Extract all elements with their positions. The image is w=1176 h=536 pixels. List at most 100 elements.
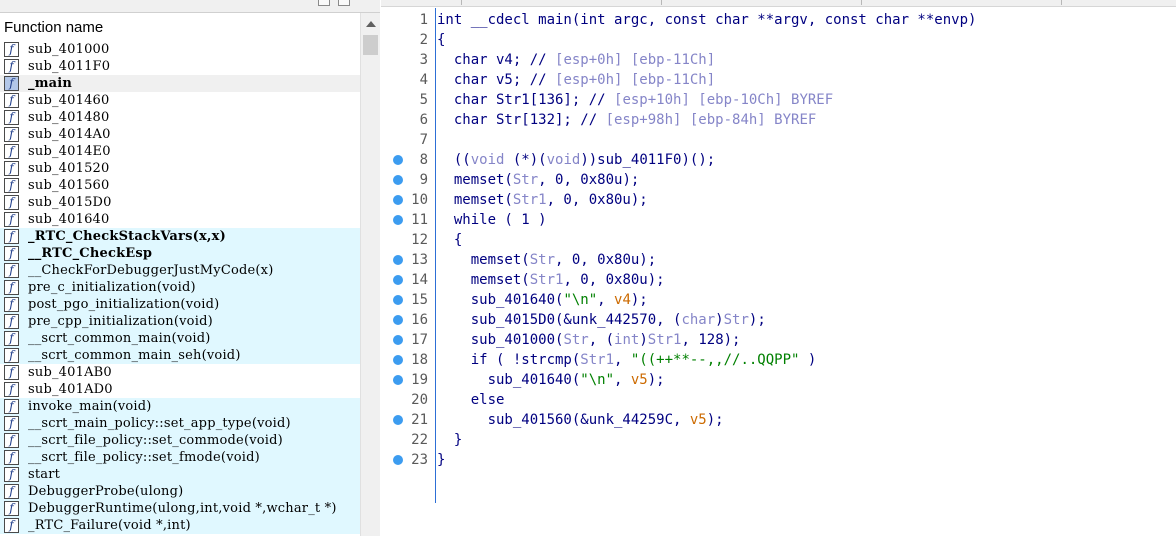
gutter-line[interactable]: 13 bbox=[381, 250, 435, 270]
code-token-type: void bbox=[470, 152, 505, 168]
function-list-item[interactable]: f _main bbox=[0, 75, 360, 92]
function-list-item[interactable]: f pre_cpp_initialization(void) bbox=[0, 313, 360, 330]
scrollbar-thumb[interactable] bbox=[363, 35, 378, 55]
gutter-line[interactable]: 2 bbox=[381, 30, 435, 50]
code-line[interactable]: char v4; // [esp+0h] [ebp-11Ch] bbox=[437, 50, 715, 70]
function-list-item[interactable]: f sub_4014A0 bbox=[0, 126, 360, 143]
functions-scrollbar[interactable] bbox=[360, 13, 380, 536]
gutter-line[interactable]: 6 bbox=[381, 110, 435, 130]
gutter-line[interactable]: 8 bbox=[381, 150, 435, 170]
gutter-line[interactable]: 12 bbox=[381, 230, 435, 250]
function-list-item[interactable]: f __scrt_common_main_seh(void) bbox=[0, 347, 360, 364]
breakpoint-dot-icon[interactable] bbox=[393, 415, 403, 425]
code-line[interactable]: memset(Str, 0, 0x80u); bbox=[437, 250, 656, 270]
gutter-line[interactable]: 19 bbox=[381, 370, 435, 390]
code-line[interactable]: int __cdecl main(int argc, const char **… bbox=[437, 10, 976, 30]
function-list-item[interactable]: f post_pgo_initialization(void) bbox=[0, 296, 360, 313]
function-list-item[interactable]: f __scrt_main_policy::set_app_type(void) bbox=[0, 415, 360, 432]
function-list-item[interactable]: f __scrt_file_policy::set_fmode(void) bbox=[0, 449, 360, 466]
function-list-item[interactable]: f start bbox=[0, 466, 360, 483]
code-line[interactable]: { bbox=[437, 230, 462, 250]
gutter-line[interactable]: 15 bbox=[381, 290, 435, 310]
breakpoint-dot-icon[interactable] bbox=[393, 275, 403, 285]
breakpoint-dot-icon[interactable] bbox=[393, 155, 403, 165]
function-list-item[interactable]: f sub_4014E0 bbox=[0, 143, 360, 160]
code-token-type: [esp+0h] [ebp-11Ch] bbox=[555, 72, 716, 88]
function-list-item[interactable]: f __scrt_common_main(void) bbox=[0, 330, 360, 347]
code-line[interactable]: memset(Str1, 0, 0x80u); bbox=[437, 190, 648, 210]
code-line[interactable]: char Str1[136]; // [esp+10h] [ebp-10Ch] … bbox=[437, 90, 833, 110]
breakpoint-dot-icon[interactable] bbox=[393, 455, 403, 465]
function-list-item[interactable]: f __RTC_CheckEsp bbox=[0, 245, 360, 262]
gutter-line[interactable]: 5 bbox=[381, 90, 435, 110]
gutter-line[interactable]: 7 bbox=[381, 130, 435, 150]
breakpoint-dot-icon[interactable] bbox=[393, 175, 403, 185]
function-name-label: __scrt_common_main_seh(void) bbox=[28, 348, 241, 363]
function-name-label: sub_401640 bbox=[28, 212, 110, 227]
scroll-up-icon[interactable] bbox=[366, 21, 376, 27]
code-line[interactable]: char Str[132]; // [esp+98h] [ebp-84h] BY… bbox=[437, 110, 816, 130]
gutter-line[interactable]: 4 bbox=[381, 70, 435, 90]
function-list-item[interactable]: f _RTC_CheckStackVars(x,x) bbox=[0, 228, 360, 245]
function-list-item[interactable]: f sub_401AB0 bbox=[0, 364, 360, 381]
code-line[interactable]: while ( 1 ) bbox=[437, 210, 547, 230]
code-line[interactable]: memset(Str, 0, 0x80u); bbox=[437, 170, 639, 190]
function-list-item[interactable]: f invoke_main(void) bbox=[0, 398, 360, 415]
code-line[interactable]: } bbox=[437, 450, 445, 470]
line-number: 13 bbox=[411, 252, 428, 268]
function-list-item[interactable]: f sub_401480 bbox=[0, 109, 360, 126]
code-line[interactable]: sub_401640("\n", v5); bbox=[437, 370, 665, 390]
gutter-line[interactable]: 18 bbox=[381, 350, 435, 370]
code-line[interactable]: else bbox=[437, 390, 505, 410]
functions-column-header[interactable]: Function name bbox=[0, 13, 380, 40]
code-line[interactable]: memset(Str1, 0, 0x80u); bbox=[437, 270, 665, 290]
code-line[interactable]: sub_4015D0(&unk_442570, (char)Str); bbox=[437, 310, 766, 330]
line-number-gutter[interactable]: 1 2 3 4 5 6 7 8 9 10 11 12 13 14 15 16 17 18 19 20 21 22 23 bbox=[381, 8, 435, 536]
code-line[interactable]: char v5; // [esp+0h] [ebp-11Ch] bbox=[437, 70, 715, 90]
gutter-line[interactable]: 22 bbox=[381, 430, 435, 450]
function-name-label: __scrt_common_main(void) bbox=[28, 331, 211, 346]
function-list-item[interactable]: f sub_401460 bbox=[0, 92, 360, 109]
breakpoint-dot-icon[interactable] bbox=[393, 295, 403, 305]
code-line[interactable]: sub_401000(Str, (int)Str1, 128); bbox=[437, 330, 741, 350]
code-line[interactable]: ((void (*)(void))sub_4011F0)(); bbox=[437, 150, 715, 170]
gutter-line[interactable]: 1 bbox=[381, 10, 435, 30]
gutter-line[interactable]: 14 bbox=[381, 270, 435, 290]
gutter-line[interactable]: 10 bbox=[381, 190, 435, 210]
function-list-item[interactable]: f __CheckForDebuggerJustMyCode(x) bbox=[0, 262, 360, 279]
breakpoint-dot-icon[interactable] bbox=[393, 355, 403, 365]
function-list-item[interactable]: f sub_401AD0 bbox=[0, 381, 360, 398]
breakpoint-dot-icon[interactable] bbox=[393, 375, 403, 385]
gutter-line[interactable]: 20 bbox=[381, 390, 435, 410]
code-line[interactable]: { bbox=[437, 30, 445, 50]
function-list-item[interactable]: f sub_4011F0 bbox=[0, 58, 360, 75]
function-list-item[interactable]: f pre_c_initialization(void) bbox=[0, 279, 360, 296]
function-list-item[interactable]: f sub_401560 bbox=[0, 177, 360, 194]
gutter-line[interactable]: 9 bbox=[381, 170, 435, 190]
function-list-item[interactable]: f sub_401520 bbox=[0, 160, 360, 177]
gutter-line[interactable]: 17 bbox=[381, 330, 435, 350]
breakpoint-dot-icon[interactable] bbox=[393, 315, 403, 325]
function-list-item[interactable]: f _RTC_Failure(void *,int) bbox=[0, 517, 360, 534]
function-list-item[interactable]: f sub_401000 bbox=[0, 41, 360, 58]
gutter-line[interactable]: 3 bbox=[381, 50, 435, 70]
function-list-item[interactable]: f __scrt_file_policy::set_commode(void) bbox=[0, 432, 360, 449]
gutter-line[interactable]: 16 bbox=[381, 310, 435, 330]
pane-close-icon[interactable] bbox=[338, 0, 350, 6]
pane-restore-icon[interactable] bbox=[318, 0, 330, 6]
breakpoint-dot-icon[interactable] bbox=[393, 255, 403, 265]
code-line[interactable]: } bbox=[437, 430, 462, 450]
gutter-line[interactable]: 23 bbox=[381, 450, 435, 470]
gutter-line[interactable]: 11 bbox=[381, 210, 435, 230]
breakpoint-dot-icon[interactable] bbox=[393, 195, 403, 205]
breakpoint-dot-icon[interactable] bbox=[393, 215, 403, 225]
function-list-item[interactable]: f sub_4015D0 bbox=[0, 194, 360, 211]
code-line[interactable]: sub_401560(&unk_44259C, v5); bbox=[437, 410, 724, 430]
function-list-item[interactable]: f sub_401640 bbox=[0, 211, 360, 228]
function-list-item[interactable]: f DebuggerRuntime(ulong,int,void *,wchar_… bbox=[0, 500, 360, 517]
code-line[interactable]: if ( !strcmp(Str1, "((++**--,,//..QQPP" … bbox=[437, 350, 817, 370]
code-line[interactable]: sub_401640("\n", v4); bbox=[437, 290, 648, 310]
breakpoint-dot-icon[interactable] bbox=[393, 335, 403, 345]
function-list-item[interactable]: f DebuggerProbe(ulong) bbox=[0, 483, 360, 500]
gutter-line[interactable]: 21 bbox=[381, 410, 435, 430]
